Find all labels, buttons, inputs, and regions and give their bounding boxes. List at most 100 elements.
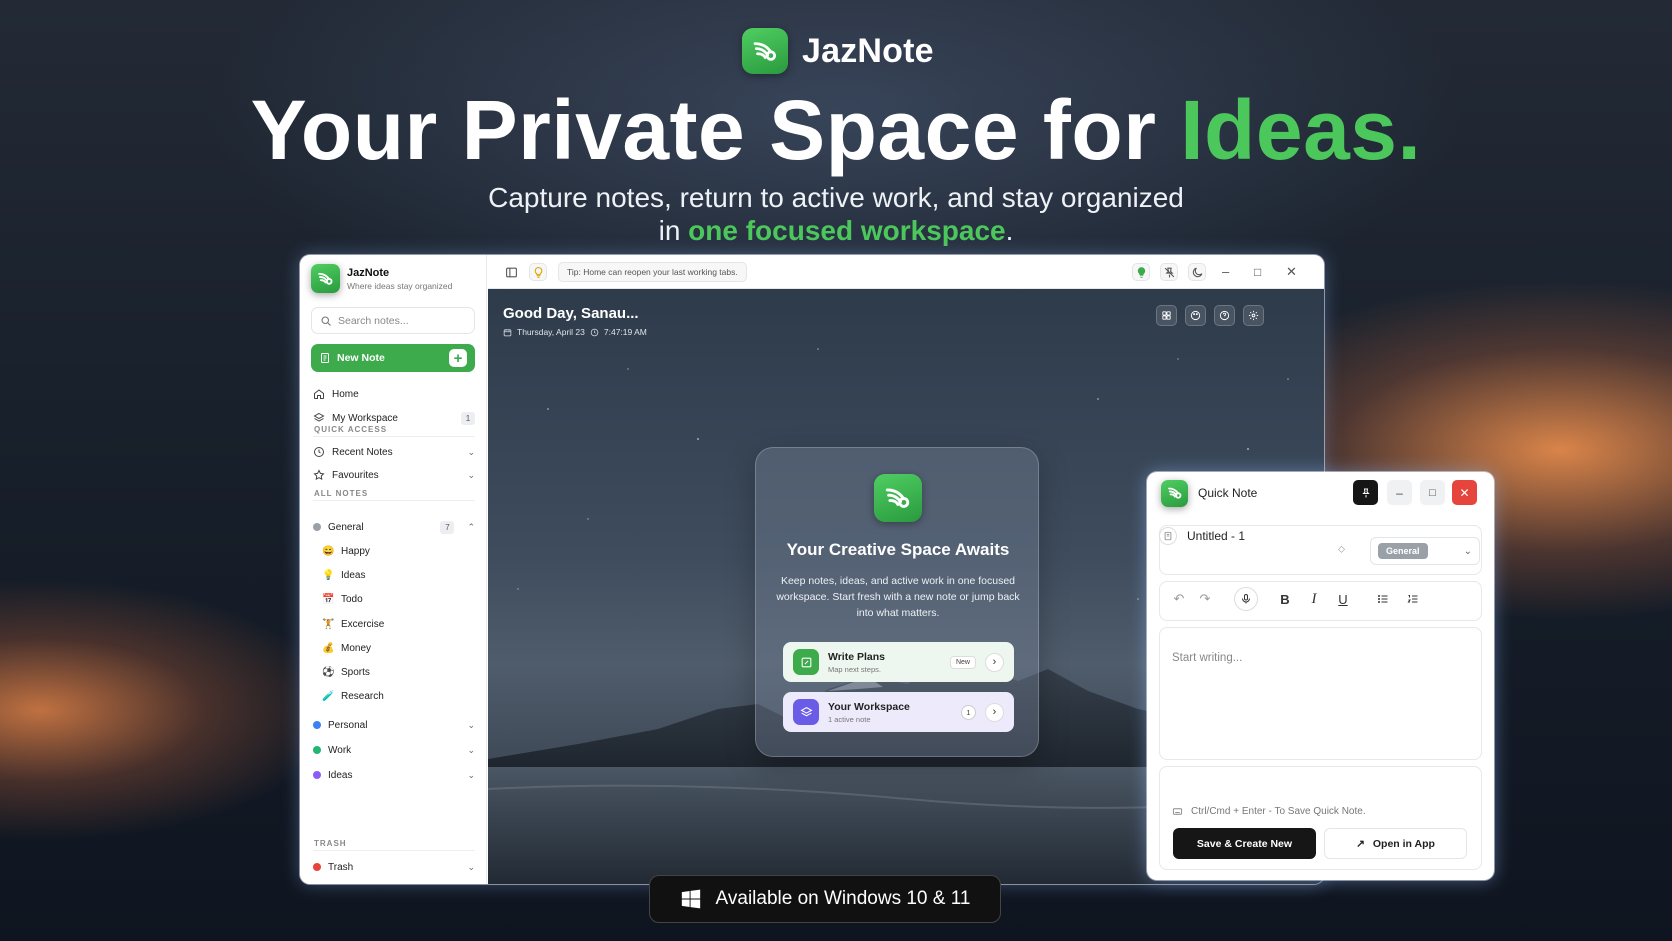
sidebar-item-label: Ideas xyxy=(341,569,366,581)
availability-text: Available on Windows 10 & 11 xyxy=(715,888,971,909)
chevron-up-icon[interactable]: ⌃ xyxy=(467,522,475,533)
chevron-right-icon[interactable]: › xyxy=(985,702,1004,722)
close-icon[interactable]: ✕ xyxy=(1452,480,1477,505)
italic-icon[interactable]: I xyxy=(1304,589,1324,609)
underline-icon[interactable]: U xyxy=(1333,589,1353,609)
time-text: 7:47:19 AM xyxy=(603,327,647,337)
search-input[interactable]: Search notes... xyxy=(311,307,475,334)
sidebar-item-label: Research xyxy=(341,690,384,702)
chevron-down-icon[interactable]: ⌄ xyxy=(467,447,475,458)
hero-brand: JazNote xyxy=(802,31,934,70)
hero-subtitle: Capture notes, return to active work, an… xyxy=(0,181,1672,247)
maximize-icon[interactable]: □ xyxy=(1420,480,1445,505)
help-icon[interactable] xyxy=(1214,305,1235,326)
sidebar-item-trash[interactable]: Trash ⌄ xyxy=(313,857,475,877)
sidebar-item-research[interactable]: 🧪 Research xyxy=(322,686,475,706)
your-workspace-button[interactable]: Your Workspace 1 active note 1 › xyxy=(783,692,1014,732)
sidebar-item-sports[interactable]: ⚽ Sports xyxy=(322,662,475,682)
quick-access-title: QUICK ACCESS xyxy=(314,425,388,434)
arrow-up-right-icon: ↗ xyxy=(1356,837,1365,850)
quick-note-logo-icon xyxy=(1161,479,1188,507)
sidebar-item-ideas[interactable]: 💡 Ideas xyxy=(322,565,475,585)
workspace-sub: 1 active note xyxy=(828,714,871,724)
open-in-app-label: Open in App xyxy=(1372,837,1435,850)
pin-icon[interactable] xyxy=(1353,480,1378,505)
bullet-list-icon[interactable] xyxy=(1373,589,1393,609)
lightbulb-icon[interactable] xyxy=(529,263,547,281)
date-time: Thursday, April 23 7:47:19 AM xyxy=(503,327,647,337)
new-note-button[interactable]: New Note + xyxy=(311,344,475,372)
save-create-new-button[interactable]: Save & Create New xyxy=(1173,828,1316,859)
category-select[interactable]: General ⌄ xyxy=(1370,537,1480,565)
pin-off-icon[interactable] xyxy=(1160,263,1178,281)
bold-icon[interactable]: B xyxy=(1275,589,1295,609)
microphone-icon[interactable] xyxy=(1234,587,1258,611)
jaznote-logo-icon xyxy=(742,28,788,74)
sidebar-item-label: My Workspace xyxy=(332,412,398,424)
layers-icon xyxy=(313,412,325,422)
keyboard-icon xyxy=(1172,808,1183,815)
sidebar-toggle-icon[interactable] xyxy=(502,263,520,281)
category-dot xyxy=(313,721,321,729)
tip-banner: Tip: Home can reopen your last working t… xyxy=(558,262,747,282)
tag-icon: ⬦ xyxy=(1338,544,1345,555)
open-in-app-button[interactable]: ↗ Open in App xyxy=(1324,828,1467,859)
minimize-icon[interactable]: – xyxy=(1387,480,1412,505)
chevron-down-icon[interactable]: ⌄ xyxy=(467,720,475,731)
minimize-icon[interactable]: – xyxy=(1222,263,1229,281)
sidebar-item-recent-notes[interactable]: Recent Notes ⌄ xyxy=(313,442,475,462)
sidebar-item-favourites[interactable]: Favourites ⌄ xyxy=(313,465,475,485)
calendar-emoji-icon: 📅 xyxy=(322,593,335,605)
sidebar-item-label: Happy xyxy=(341,545,370,557)
greeting: Good Day, Sanau... xyxy=(503,305,639,322)
undo-icon[interactable]: ↶ xyxy=(1169,589,1189,609)
sidebar-item-ideas-category[interactable]: Ideas ⌄ xyxy=(313,765,475,785)
palette-icon[interactable] xyxy=(1185,305,1206,326)
happy-emoji-icon: 😄 xyxy=(322,545,335,557)
category-dot xyxy=(313,863,321,871)
sidebar-item-personal[interactable]: Personal ⌄ xyxy=(313,715,475,735)
hero-title-accent: Ideas. xyxy=(1180,83,1422,177)
chevron-right-icon[interactable]: › xyxy=(985,652,1004,672)
sidebar-item-general[interactable]: General 7 ⌃ xyxy=(313,517,475,537)
category-dot xyxy=(313,523,321,531)
moon-icon[interactable] xyxy=(1188,263,1206,281)
numbered-list-icon[interactable] xyxy=(1403,589,1423,609)
sidebar-item-label: Favourites xyxy=(332,469,379,481)
weightlift-emoji-icon: 🏋 xyxy=(322,618,335,630)
card-body: Keep notes, ideas, and active work in on… xyxy=(776,575,1020,619)
welcome-card: Your Creative Space Awaits Keep notes, i… xyxy=(755,447,1039,757)
general-count-badge: 7 xyxy=(440,520,455,534)
chevron-down-icon[interactable]: ⌄ xyxy=(467,770,475,781)
sidebar-item-excercise[interactable]: 🏋 Excercise xyxy=(322,614,475,634)
workspace-count: 1 xyxy=(961,704,976,720)
note-name-text: Untitled - 1 xyxy=(1187,529,1246,543)
chevron-down-icon[interactable]: ⌄ xyxy=(467,745,475,756)
note-icon xyxy=(321,353,329,363)
hero-title-main: Your Private Space for xyxy=(250,83,1181,177)
calendar-icon xyxy=(503,328,512,336)
clock-icon xyxy=(590,328,599,336)
sidebar-item-money[interactable]: 💰 Money xyxy=(322,638,475,658)
date-text: Thursday, April 23 xyxy=(517,327,585,337)
sidebar-item-todo[interactable]: 📅 Todo xyxy=(322,589,475,609)
note-name[interactable]: Untitled - 1 xyxy=(1159,527,1245,545)
maximize-icon[interactable]: □ xyxy=(1254,263,1261,281)
card-title: Your Creative Space Awaits xyxy=(786,540,1010,559)
card-logo-icon xyxy=(874,474,922,522)
redo-icon[interactable]: ↷ xyxy=(1195,589,1215,609)
sidebar-item-happy[interactable]: 😄 Happy xyxy=(322,541,475,561)
sidebar-item-home[interactable]: Home xyxy=(313,384,475,404)
write-plans-button[interactable]: Write Plans Map next steps. New › xyxy=(783,642,1014,682)
sidebar-tagline: Where ideas stay organized xyxy=(347,280,453,291)
settings-icon[interactable] xyxy=(1243,305,1264,326)
new-note-label: New Note xyxy=(337,352,385,364)
bulb-emoji-icon: 💡 xyxy=(322,569,335,581)
note-editor[interactable] xyxy=(1159,627,1482,760)
grid-icon[interactable] xyxy=(1156,305,1177,326)
sidebar-item-work[interactable]: Work ⌄ xyxy=(313,740,475,760)
lightbulb-green-icon[interactable] xyxy=(1132,263,1150,281)
chevron-down-icon[interactable]: ⌄ xyxy=(467,470,475,481)
close-icon[interactable]: ✕ xyxy=(1286,263,1297,281)
chevron-down-icon[interactable]: ⌄ xyxy=(467,862,475,873)
